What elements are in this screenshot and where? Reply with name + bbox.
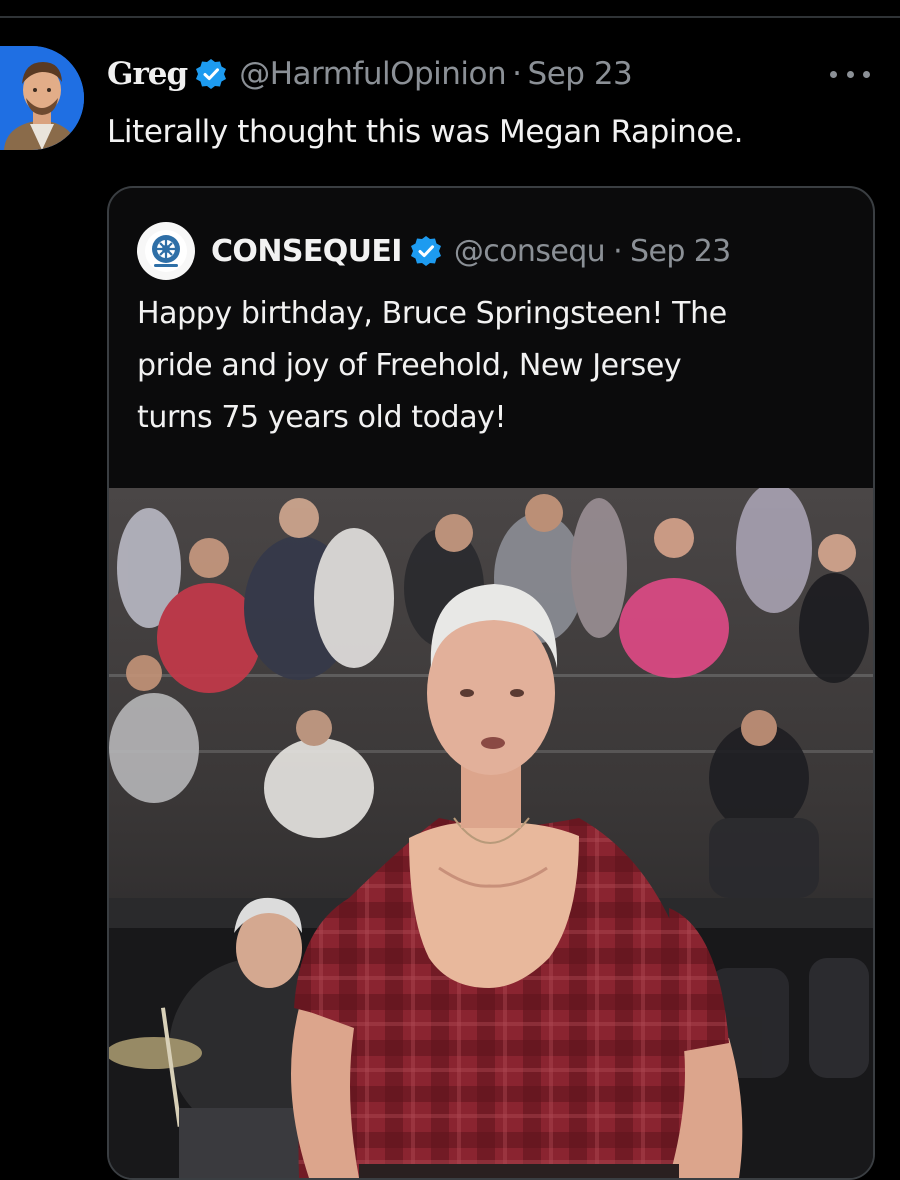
author-display-name[interactable]: Greg [107,56,188,92]
quoted-text-line: pride and joy of Freehold, New Jersey [137,348,682,383]
quoted-header-separator: · [613,233,623,269]
header-separator: · [512,56,522,92]
quoted-tweet-text: Happy birthday, Bruce Springsteen! The p… [137,288,837,444]
verified-badge-icon [195,58,227,90]
quoted-text-line: turns 75 years old today! [137,400,507,435]
tweet-header: Greg @HarmfulOpinion · Sep 23 [107,50,633,98]
concert-photo-icon [109,488,873,1178]
quoted-tweet-card[interactable]: CONSEQUEI @consequ · Sep 23 Happy birthd… [107,186,875,1180]
top-divider [0,16,900,18]
quoted-text-line: Happy birthday, Bruce Springsteen! The [137,296,727,331]
consequence-logo-icon [137,222,195,280]
quoted-author-handle[interactable]: @consequ [454,234,606,269]
tweet-date[interactable]: Sep 23 [528,56,633,92]
avatar-photo-icon [0,46,84,150]
quoted-tweet-header: CONSEQUEI @consequ · Sep 23 [137,222,731,280]
quoted-verified-badge-icon [410,235,442,267]
quoted-tweet-date[interactable]: Sep 23 [630,234,731,269]
tweet-text: Literally thought this was Megan Rapinoe… [107,114,744,150]
author-avatar[interactable] [0,46,84,150]
concert-photo[interactable] [109,488,873,1178]
quoted-author-name[interactable]: CONSEQUEI [211,234,402,269]
author-handle[interactable]: @HarmfulOpinion [239,56,506,92]
more-dots-icon[interactable] [830,64,870,84]
